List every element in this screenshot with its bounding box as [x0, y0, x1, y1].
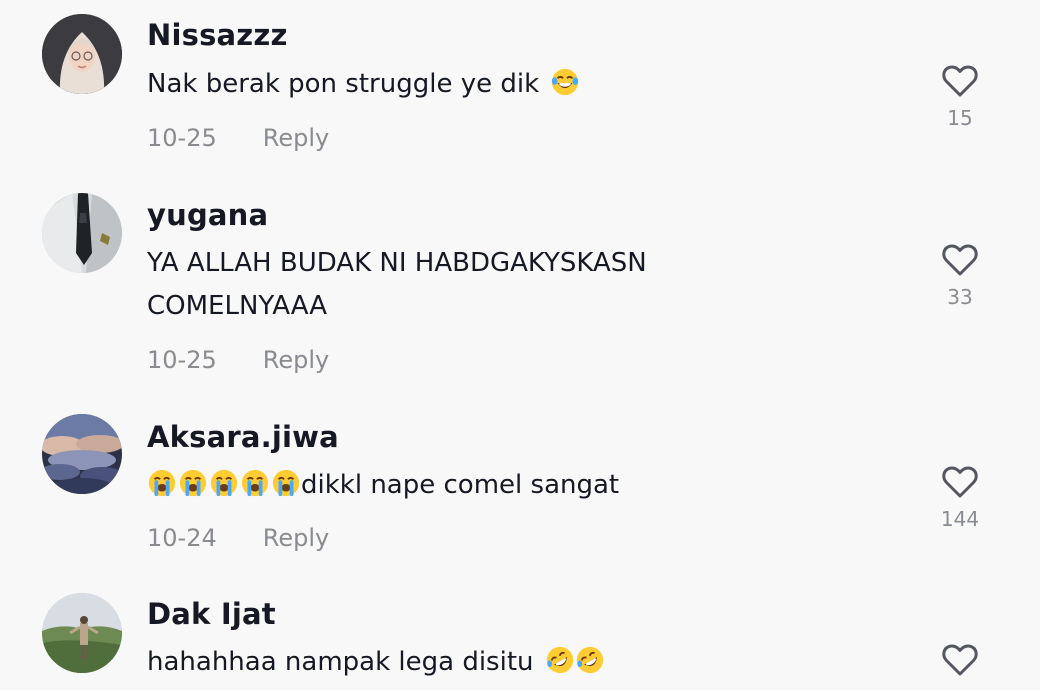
heart-icon — [942, 244, 978, 276]
avatar[interactable] — [42, 193, 122, 273]
cloudy-sky-avatar — [42, 414, 122, 494]
face-with-tears-of-joy-icon — [552, 68, 579, 96]
avatar[interactable] — [42, 14, 122, 94]
rolling-on-the-floor-laughing-icon — [576, 646, 603, 674]
woman-in-hijab-avatar — [42, 14, 122, 94]
like-count: 144 — [940, 507, 980, 531]
comment-text: YA ALLAH BUDAK NI HABDGAKYSKASN COMELNYA… — [147, 248, 647, 321]
comment-username[interactable]: Aksara.jiwa — [147, 420, 339, 454]
loudly-crying-face-icon — [148, 469, 176, 497]
comment-meta: 10-25 Reply — [147, 346, 329, 374]
reply-button[interactable]: Reply — [263, 346, 329, 374]
comment-text: hahahhaa nampak lega disitu — [147, 641, 847, 684]
comment-username[interactable]: Nissazzz — [147, 18, 288, 52]
like-count: 33 — [947, 285, 973, 309]
loudly-crying-face-icon — [210, 469, 238, 497]
comment-username[interactable]: Dak Ijat — [147, 597, 276, 631]
comment-meta: 10-25 Reply — [147, 124, 329, 152]
heart-icon — [942, 65, 978, 97]
comment-meta: 10-24 Reply — [147, 524, 329, 552]
loudly-crying-face-icon — [241, 469, 269, 497]
heart-icon — [942, 644, 978, 676]
like-button[interactable] — [938, 643, 982, 677]
comment-text: dikkl nape comel sangat — [147, 464, 847, 507]
comment-date: 10-24 — [147, 524, 217, 552]
like-button[interactable]: 33 — [938, 243, 982, 309]
loudly-crying-face-icon — [272, 469, 300, 497]
heart-icon — [942, 466, 978, 498]
comment-date: 10-25 — [147, 346, 217, 374]
avatar[interactable] — [42, 414, 122, 494]
comment-text: Nak berak pon struggle ye dik — [147, 63, 847, 106]
reply-button[interactable]: Reply — [263, 524, 329, 552]
loudly-crying-face-icon — [179, 469, 207, 497]
rolling-on-the-floor-laughing-icon — [546, 646, 573, 674]
like-count: 15 — [947, 106, 973, 130]
comment-username[interactable]: yugana — [147, 198, 268, 232]
reply-button[interactable]: Reply — [263, 124, 329, 152]
comment-date: 10-25 — [147, 124, 217, 152]
avatar[interactable] — [42, 593, 122, 673]
person-on-hill-avatar — [42, 593, 122, 673]
shirt-and-tie-avatar — [42, 193, 122, 273]
like-button[interactable]: 15 — [938, 64, 982, 130]
like-button[interactable]: 144 — [938, 465, 982, 531]
